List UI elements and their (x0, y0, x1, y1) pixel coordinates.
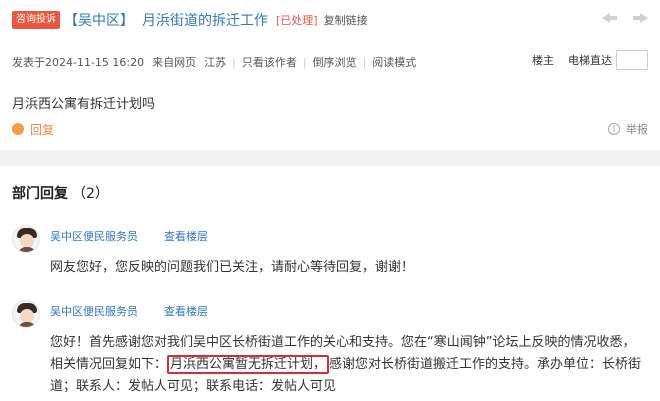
info-icon: i (608, 123, 620, 135)
report-button[interactable]: i 举报 (608, 121, 648, 137)
reply-item: 吴中区便民服务员 查看楼层 网友您好，您反映的问题我们已关注，请耐心等待回复，谢… (12, 225, 648, 285)
report-label: 举报 (626, 123, 648, 136)
replier-name[interactable]: 吴中区便民服务员 (50, 228, 138, 244)
comment-icon[interactable] (12, 118, 24, 135)
section-divider (0, 150, 660, 166)
divider: | (362, 55, 367, 69)
thread-navigation (602, 10, 648, 26)
reply-text: 网友您好，您反映的问题我们已关注，请耐心等待回复，谢谢！ (50, 260, 415, 275)
replier-name[interactable]: 吴中区便民服务员 (50, 303, 138, 319)
arrow-right-icon[interactable] (632, 10, 648, 26)
post-actions: 回复 i 举报 (12, 118, 648, 138)
divider: | (302, 55, 307, 69)
post-date: 发表于2024-11-15 16:20 (12, 56, 145, 69)
post-meta: 发表于2024-11-15 16:20 来自网页 江苏 | 只看该作者 | 倒序… (12, 50, 648, 70)
category-badge[interactable]: 咨询投诉 (12, 11, 60, 29)
read-mode-link[interactable]: 阅读模式 (372, 54, 416, 70)
arrow-left-icon[interactable] (602, 10, 618, 26)
reply-button[interactable]: 回复 (30, 121, 54, 138)
view-floor-link[interactable]: 查看楼层 (164, 303, 208, 319)
reply-item: 吴中区便民服务员 查看楼层 您好！首先感谢您对我们吴中区长桥街道工作的关心和支持… (12, 300, 648, 400)
status-badge: [已处理] (276, 14, 318, 27)
avatar[interactable] (12, 225, 40, 253)
elevator-input[interactable] (616, 50, 648, 70)
section-title-label: 部门回复 (12, 186, 68, 202)
avatar[interactable] (12, 300, 40, 328)
copy-link-button[interactable]: 复制链接 (324, 12, 368, 28)
highlighted-statement: 月浜西公寓暂无拆迁计划， (167, 355, 330, 374)
floor-controls: 楼主 电梯直达 (532, 50, 648, 70)
forum-link[interactable]: 【吴中区】 (64, 10, 134, 30)
only-author-link[interactable]: 只看该作者 (242, 54, 297, 70)
elevator-label: 电梯直达 (568, 54, 612, 67)
reverse-order-link[interactable]: 倒序浏览 (313, 54, 357, 70)
reply-count: （2） (72, 186, 109, 202)
reply-text: 您好！首先感谢您对我们吴中区长桥街道工作的关心和支持。您在“寒山闻钟”论坛上反映… (50, 332, 648, 398)
post-title-row: 咨询投诉 【吴中区】 月浜街道的拆迁工作 [已处理] 复制链接 (12, 10, 660, 30)
post-source: 来自网页 (152, 56, 197, 69)
post-content: 月浜西公寓有拆迁计划吗 (12, 97, 156, 112)
divider: | (232, 55, 236, 69)
post-region: 江苏 (204, 56, 227, 69)
view-floor-link[interactable]: 查看楼层 (164, 228, 208, 244)
department-replies-title: 部门回复 （2） (12, 183, 109, 203)
floor-owner-label: 楼主 (532, 54, 554, 67)
post-title: 月浜街道的拆迁工作 (142, 13, 268, 29)
